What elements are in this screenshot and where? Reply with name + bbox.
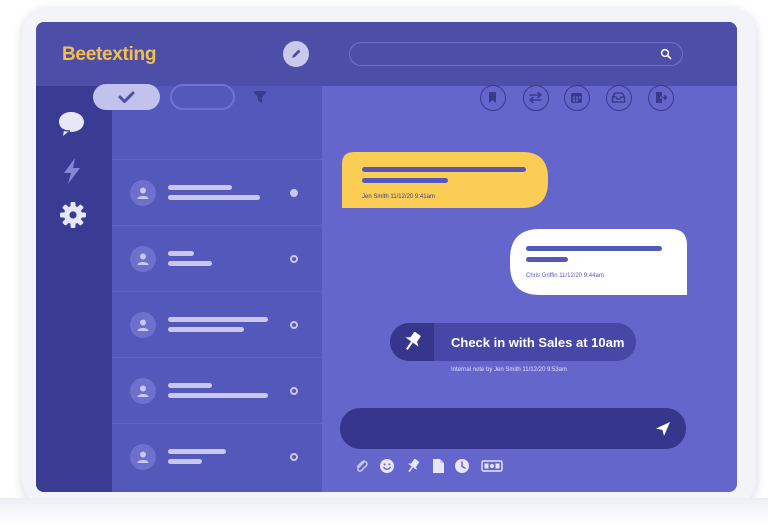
paperclip-icon[interactable] [353,458,369,474]
note-pin-badge [390,323,434,361]
search-input[interactable] [349,42,683,66]
checkmark-icon [118,91,135,103]
export-icon [656,92,668,103]
preview-placeholder [168,393,268,398]
app-logo: Beetexting [62,44,157,65]
person-icon [137,187,149,199]
search-icon[interactable] [660,48,672,60]
name-placeholder [168,449,226,454]
unread-dot [290,189,298,197]
outgoing-message-bubble [510,229,687,295]
preview-placeholder [168,261,212,266]
message-meta: Jen Smith 11/12/20 9:41am [362,194,435,200]
pin-icon[interactable] [405,458,421,474]
avatar [130,246,156,272]
export-button[interactable] [648,85,674,111]
name-placeholder [168,317,268,322]
filter-icon[interactable] [252,89,268,105]
read-dot [290,255,298,263]
lightning-icon[interactable] [58,156,88,186]
conversation-row[interactable] [112,159,322,225]
conversation-row[interactable] [112,225,322,291]
name-placeholder [168,185,232,190]
message-composer[interactable] [340,408,686,449]
avatar [130,180,156,206]
note-text: Check in with Sales at 10am [451,335,625,350]
schedule-button[interactable] [564,85,590,111]
read-dot [290,387,298,395]
compose-button[interactable] [283,41,309,67]
note-meta: Internal note by Jen Smith 11/12/20 9:53… [451,367,567,373]
bookmark-button[interactable] [480,85,506,111]
person-icon [137,385,149,397]
send-icon[interactable] [654,420,672,438]
person-icon [137,253,149,265]
conversation-row[interactable] [112,423,322,492]
inbox-button[interactable] [606,85,632,111]
filter-pill-closed[interactable] [93,84,160,110]
pin-icon [405,331,421,350]
emoji-icon[interactable] [379,458,395,474]
preview-placeholder [168,459,202,464]
sidebar-rail [36,86,112,492]
bookmark-icon [489,92,496,103]
person-icon [137,319,149,331]
filter-pill-open[interactable] [170,84,235,110]
avatar [130,378,156,404]
conversation-row[interactable] [112,291,322,357]
inbox-icon [611,92,626,103]
document-icon[interactable] [431,458,445,474]
avatar [130,444,156,470]
conversation-row[interactable] [112,357,322,423]
read-dot [290,453,298,461]
gear-icon[interactable] [58,200,88,230]
person-icon [137,451,149,463]
read-dot [290,321,298,329]
avatar [130,312,156,338]
surface-shadow [0,498,768,526]
name-placeholder [168,383,212,388]
chat-bubbles-icon[interactable] [58,108,88,138]
pencil-icon [292,49,301,58]
name-placeholder [168,251,194,256]
internal-note: Check in with Sales at 10am [390,323,636,361]
clock-icon[interactable] [454,458,470,474]
message-meta: Chris Griffin 11/12/20 9:44am [526,273,604,279]
preview-placeholder [168,327,244,332]
payment-icon[interactable] [481,458,503,474]
transfer-arrows-icon [529,91,542,104]
transfer-button[interactable] [523,85,549,111]
preview-placeholder [168,195,260,200]
calendar-icon [571,93,582,103]
